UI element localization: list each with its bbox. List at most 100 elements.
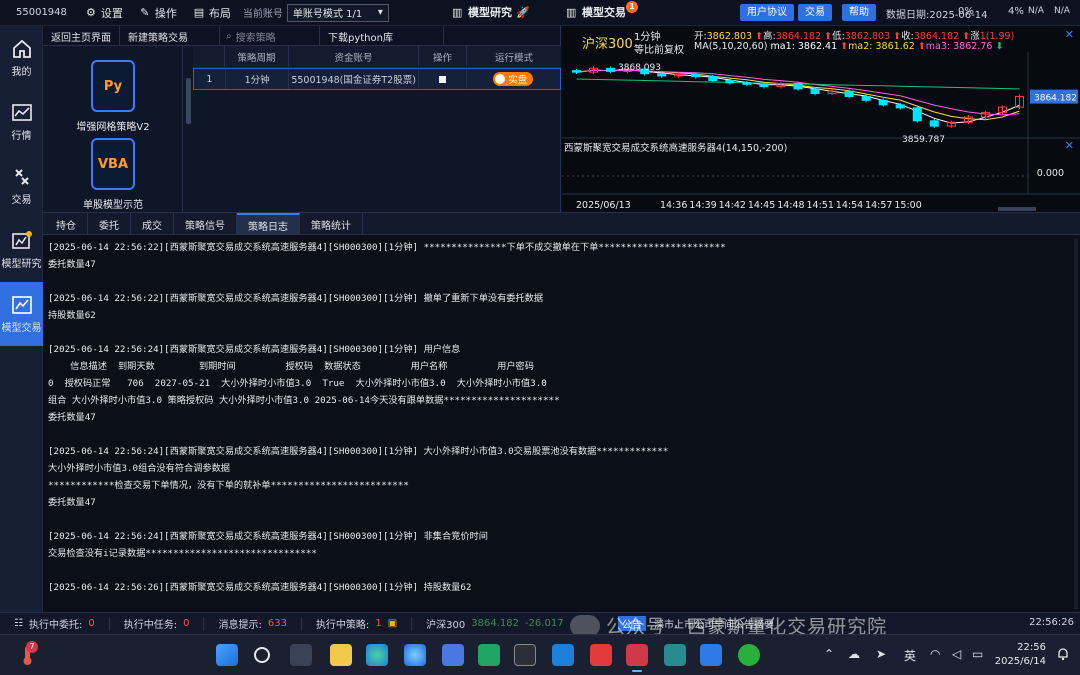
log-scrollbar[interactable] — [1074, 239, 1078, 609]
trade-button[interactable]: 交易 — [798, 4, 832, 21]
tab-model-research[interactable]: ▥ 模型研究 🚀 — [452, 4, 530, 20]
chart-scrollbar — [998, 207, 1036, 211]
messages-label: 消息提示: — [218, 620, 262, 631]
windows-start-icon[interactable] — [216, 644, 238, 666]
ma1-value: ma1: 3862.41 — [770, 41, 838, 52]
cloud-off-icon[interactable]: ☁ — [848, 647, 860, 661]
close-icon[interactable]: ✕ — [1065, 28, 1074, 41]
chart-quote-line: 开:3862.803 ⬆高:3864.182 ⬆低:3862.803 ⬆收:38… — [694, 31, 1015, 42]
rail-item-mine[interactable]: 我的 — [0, 26, 43, 90]
price-low-label: 3859.787 — [902, 135, 945, 145]
chevron-up-icon[interactable]: ⌃ — [824, 647, 834, 661]
row-account: 55001948(国金证券T2股票) — [289, 69, 419, 89]
wifi-icon[interactable]: ◠ — [930, 647, 940, 661]
candle-body — [912, 107, 922, 122]
file-explorer-icon[interactable] — [330, 644, 352, 666]
messages[interactable]: 消息提示: 633 — [204, 616, 302, 631]
candle-body — [691, 73, 701, 78]
settings-button[interactable]: ⚙ 设置 — [77, 5, 131, 21]
tab-signals[interactable]: 策略信号 — [174, 213, 237, 235]
chart-ma-line: MA(5,10,20,60) ma1: 3862.41 ⬆ma2: 3861.6… — [694, 41, 1004, 52]
header-cell: 运行模式 — [494, 52, 533, 64]
exec-strategies[interactable]: 执行中策略: 1 ▣ — [302, 616, 413, 631]
strategy-item[interactable]: Py 增强网格策略V2 — [43, 60, 183, 133]
log-line: 委托数量47 — [48, 412, 96, 423]
notice-marquee[interactable]: 公告 深市上市公司早间公告摘要 — [618, 615, 774, 632]
exchange-icon — [14, 169, 29, 185]
meta-na-1: N/A — [1028, 6, 1050, 16]
volume-icon[interactable]: ◁ — [952, 647, 961, 661]
exec-orders-count: 0 — [88, 618, 95, 629]
stop-icon[interactable] — [438, 75, 446, 83]
new-strategy-button[interactable]: 新建策略交易 — [120, 26, 220, 46]
strategy-list-scrollbar[interactable] — [186, 78, 191, 124]
rail-item-trade[interactable]: 交易 — [0, 154, 43, 218]
store-icon[interactable] — [442, 644, 464, 666]
chart-adjust[interactable]: 等比前复权 — [634, 41, 684, 56]
download-python-button[interactable]: 下载python库 — [320, 26, 444, 46]
close-indicator-icon[interactable]: ✕ — [1065, 139, 1074, 152]
rail-label-model-trade: 模型交易 — [1, 323, 42, 334]
strategy-table: 策略周期 资金账号 操作 运行模式 1 1分钟 55001948(国金证券T2股… — [193, 46, 561, 90]
bell-icon[interactable] — [1056, 647, 1070, 661]
research-icon — [11, 231, 32, 249]
account-mode-select[interactable]: 单账号模式 1/1 ▾ — [286, 3, 389, 22]
axis-time-label: 14:48 — [777, 200, 804, 211]
exec-orders[interactable]: ☷ 执行中委托: 0 — [0, 616, 110, 631]
quant-app-icon[interactable] — [626, 644, 648, 672]
axis-time-label: 14:42 — [719, 200, 746, 211]
axis-time-label: 14:36 — [660, 200, 687, 211]
task-view-icon[interactable] — [290, 644, 312, 666]
strategy-search-input[interactable]: ⌕ 搜索策略 — [220, 26, 320, 46]
user-agreement-button[interactable]: 用户协议 — [740, 4, 794, 21]
chart-icon — [11, 104, 32, 121]
taskbar: 7 ⌃ ☁ ➤ 英 ◠ ◁ ▭ 22:56 2025/6/14 — [0, 634, 1080, 675]
rail-item-model-trade[interactable]: 模型交易 — [0, 282, 43, 346]
tab-strategy-log[interactable]: 策略日志 — [237, 213, 300, 235]
notice-tag: 公告 — [618, 616, 646, 631]
cube-app-icon[interactable] — [514, 644, 536, 666]
search-icon[interactable] — [254, 647, 270, 663]
tab-model-trade[interactable]: ▥ 模型交易 1 — [566, 1, 638, 20]
edge-beta-icon[interactable] — [404, 644, 426, 666]
rail-item-quotes[interactable]: 行情 — [0, 90, 43, 154]
tab-positions[interactable]: 持仓 — [45, 213, 88, 235]
research-icon: ▥ — [452, 6, 463, 19]
ime-indicator[interactable]: 英 — [904, 647, 916, 664]
battery-icon[interactable]: ▭ — [972, 647, 983, 661]
green-app-icon[interactable] — [478, 644, 500, 666]
log-line: [2025-06-14 22:56:24][西蒙斯聚宽交易成交系统高速服务器4]… — [48, 531, 488, 542]
log-line: [2025-06-14 22:56:26][西蒙斯聚宽交易成交系统高速服务器4]… — [48, 582, 472, 593]
tab-strategy-stats[interactable]: 策略统计 — [300, 213, 363, 235]
index-value: 3864.182 — [471, 618, 519, 629]
meta-pct-1-value: 0% — [958, 6, 974, 17]
table-row[interactable]: 1 1分钟 55001948(国金证券T2股票) 实盘 — [193, 68, 561, 90]
wps-icon[interactable] — [590, 644, 612, 666]
left-rail: 我的 行情 交易 模型研究 模型交易 — [0, 26, 43, 634]
wechat-icon[interactable] — [738, 644, 760, 666]
exec-tasks-label: 执行中任务: — [123, 620, 178, 631]
system-clock[interactable]: 22:56 2025/6/14 — [995, 641, 1046, 669]
account-mode-value: 单账号模式 1/1 — [292, 9, 363, 20]
rail-item-model-research[interactable]: 模型研究 — [0, 218, 43, 282]
edge-browser-icon[interactable] — [366, 644, 388, 666]
rail-label-trade: 交易 — [11, 195, 32, 206]
strategy-badge: Py — [103, 78, 123, 94]
tab-fills[interactable]: 成交 — [131, 213, 174, 235]
help-button[interactable]: 帮助 — [842, 4, 876, 21]
index-ticker[interactable]: 沪深300 3864.182 -26.017 — [412, 617, 577, 631]
back-home-button[interactable]: 返回主页界面 — [43, 26, 120, 46]
layout-button[interactable]: ▤ 布局 — [185, 5, 239, 21]
real-trade-toggle[interactable]: 实盘 — [493, 72, 534, 86]
location-icon[interactable]: ➤ — [876, 647, 886, 661]
remote-app-icon[interactable] — [664, 644, 686, 666]
vscode-icon[interactable] — [700, 644, 722, 666]
search-placeholder: 搜索策略 — [235, 32, 276, 44]
exec-tasks[interactable]: 执行中任务: 0 — [110, 616, 205, 631]
operation-button[interactable]: ✎ 操作 — [131, 5, 185, 21]
outlook-icon[interactable] — [552, 644, 574, 666]
strategy-item[interactable]: VBA 单股模型示范 — [43, 138, 183, 211]
tab-orders[interactable]: 委托 — [88, 213, 131, 235]
axis-date-label: 2025/06/13 — [576, 200, 631, 211]
status-time: 22:56:26 — [1029, 617, 1074, 628]
